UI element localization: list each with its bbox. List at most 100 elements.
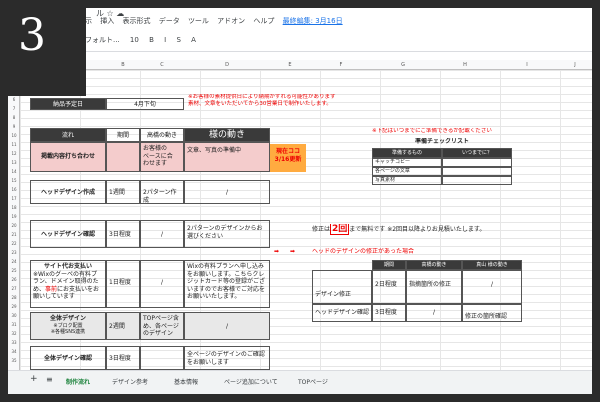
period-full-design[interactable]: 2週間: [106, 312, 140, 340]
tab-page-add[interactable]: ページ追加について: [224, 377, 278, 386]
flow-head-design[interactable]: ヘッドデザイン作成: [30, 180, 106, 204]
head-rev-period-confirm[interactable]: 3日程度: [372, 304, 406, 322]
menu-tools[interactable]: ツール: [188, 17, 209, 25]
row-number[interactable]: 11: [8, 142, 20, 147]
flow-meeting[interactable]: 掲載内容打ち合わせ: [30, 142, 106, 172]
col-d[interactable]: D: [184, 62, 270, 68]
row-number[interactable]: 33: [8, 340, 20, 345]
checklist-item-text[interactable]: 各ページの文章: [372, 167, 442, 176]
add-sheet-icon[interactable]: +: [30, 374, 38, 384]
client-full-confirm[interactable]: 全ページのデザインのご確認をお願いします: [184, 346, 270, 370]
header-movement[interactable]: 高橋の動き: [140, 128, 184, 142]
row-number[interactable]: 22: [8, 241, 20, 246]
period-meeting[interactable]: [106, 142, 140, 172]
client-head-confirm[interactable]: 2パターンのデザインからお選びください: [184, 220, 270, 248]
header-period[interactable]: 期間: [106, 128, 140, 142]
row-number[interactable]: 14: [8, 169, 20, 174]
row-number[interactable]: 27: [8, 286, 20, 291]
movement-head-confirm[interactable]: /: [140, 220, 184, 248]
row-number[interactable]: 24: [8, 259, 20, 264]
now-here-marker[interactable]: 現在ココ 3/16更新: [270, 144, 306, 172]
row-number[interactable]: 34: [8, 349, 20, 354]
row-number[interactable]: 30: [8, 313, 20, 318]
menu-addons[interactable]: アドオン: [217, 17, 245, 25]
head-rev-movement-confirm[interactable]: /: [406, 304, 462, 322]
movement-meeting[interactable]: お客様の ベースに合 わせます: [140, 142, 184, 172]
head-rev-header-movement[interactable]: 高橋の動き: [406, 260, 462, 270]
flow-full-design[interactable]: 全体デザイン ※ブロク配置 ※各種SNS連携: [30, 312, 106, 340]
header-flow[interactable]: 流れ: [30, 128, 106, 142]
head-rev-movement-fix[interactable]: 指摘箇所の修正: [406, 270, 462, 304]
tab-basic-info[interactable]: 基本情報: [174, 377, 198, 386]
checklist-item-catchcopy[interactable]: キャッチコピー: [372, 158, 442, 167]
checklist-item-photo[interactable]: 写真素材: [372, 176, 442, 185]
row-number[interactable]: 18: [8, 205, 20, 210]
row-number[interactable]: 31: [8, 322, 20, 327]
col-f[interactable]: F: [310, 62, 372, 68]
tab-production-flow[interactable]: 制作流れ: [66, 377, 90, 386]
italic-button[interactable]: I: [164, 36, 166, 44]
menu-format[interactable]: 表示形式: [122, 17, 150, 25]
checklist-header-when[interactable]: いつまでに？: [442, 148, 512, 158]
head-rev-header-client[interactable]: 真山 様の動き: [462, 260, 522, 270]
row-number[interactable]: 29: [8, 304, 20, 309]
flow-payment[interactable]: サイト代お支払い ※Wixのグーペの有料プラン、ドメイン取得のため、事前にお支払…: [30, 260, 106, 308]
col-g[interactable]: G: [372, 62, 434, 68]
client-head-design[interactable]: /: [184, 180, 270, 204]
all-sheets-icon[interactable]: ≡: [46, 375, 53, 384]
bold-button[interactable]: B: [149, 36, 154, 44]
head-rev-period-fix[interactable]: 2日程度: [372, 270, 406, 304]
col-b[interactable]: B: [106, 62, 140, 68]
row-number[interactable]: 17: [8, 196, 20, 201]
head-rev-header-period[interactable]: 期間: [372, 260, 406, 270]
col-i[interactable]: I: [496, 62, 558, 68]
tab-design-reference[interactable]: デザイン参考: [112, 377, 148, 386]
row-number[interactable]: 25: [8, 268, 20, 273]
row-number[interactable]: 26: [8, 277, 20, 282]
row-number[interactable]: 28: [8, 295, 20, 300]
col-e[interactable]: E: [270, 62, 310, 68]
last-edit-link[interactable]: 最終編集: 3月16日: [283, 17, 343, 25]
tab-top-page[interactable]: TOPページ: [298, 377, 328, 386]
strike-button[interactable]: S: [176, 36, 180, 44]
flow-head-confirm[interactable]: ヘッドデザイン確認: [30, 220, 106, 248]
col-c[interactable]: C: [140, 62, 184, 68]
row-number[interactable]: 13: [8, 160, 20, 165]
checklist-header-item[interactable]: 準備するもの: [372, 148, 442, 158]
text-color-button[interactable]: A: [191, 36, 196, 44]
movement-payment[interactable]: /: [140, 260, 184, 308]
movement-head-design[interactable]: 2パターン作成: [140, 180, 184, 204]
row-number[interactable]: 21: [8, 232, 20, 237]
row-number[interactable]: 12: [8, 151, 20, 156]
period-head-confirm[interactable]: 3日程度: [106, 220, 140, 248]
client-payment[interactable]: Wixの有料プランへ申し込みをお願いします。こちらクレジットカード等の登録がござ…: [184, 260, 270, 308]
col-h[interactable]: H: [434, 62, 496, 68]
row-number[interactable]: 20: [8, 223, 20, 228]
delivery-label[interactable]: 納品予定日: [30, 98, 106, 110]
movement-full-confirm[interactable]: [140, 346, 184, 370]
movement-full-design[interactable]: TOPページ含め、各ページのデザイン: [140, 312, 184, 340]
row-number[interactable]: 10: [8, 133, 20, 138]
client-meeting[interactable]: 文章、写真の準備中: [184, 142, 270, 172]
font-size-select[interactable]: 10: [130, 36, 139, 44]
head-rev-label-fix[interactable]: デザイン修正: [312, 270, 372, 304]
client-full-design[interactable]: /: [184, 312, 270, 340]
row-number[interactable]: 16: [8, 187, 20, 192]
menu-help[interactable]: ヘルプ: [253, 17, 274, 25]
row-number[interactable]: 6: [8, 97, 20, 102]
checklist-when-text[interactable]: [442, 167, 512, 176]
row-number[interactable]: 7: [8, 106, 20, 111]
menu-data[interactable]: データ: [159, 17, 180, 25]
period-full-confirm[interactable]: 3日程度: [106, 346, 140, 370]
checklist-when-catchcopy[interactable]: [442, 158, 512, 167]
head-rev-label-confirm[interactable]: ヘッドデザイン確認: [312, 304, 372, 322]
period-payment[interactable]: 1日程度: [106, 260, 140, 308]
head-rev-client-fix[interactable]: /: [462, 270, 522, 304]
row-number[interactable]: 19: [8, 214, 20, 219]
header-client[interactable]: 様の動き: [184, 128, 270, 142]
menu-insert[interactable]: 挿入: [100, 17, 114, 25]
period-head-design[interactable]: 1週間: [106, 180, 140, 204]
head-rev-client-confirm[interactable]: 修正の箇所確認: [462, 304, 522, 322]
row-number[interactable]: 32: [8, 331, 20, 336]
checklist-when-photo[interactable]: [442, 176, 512, 185]
